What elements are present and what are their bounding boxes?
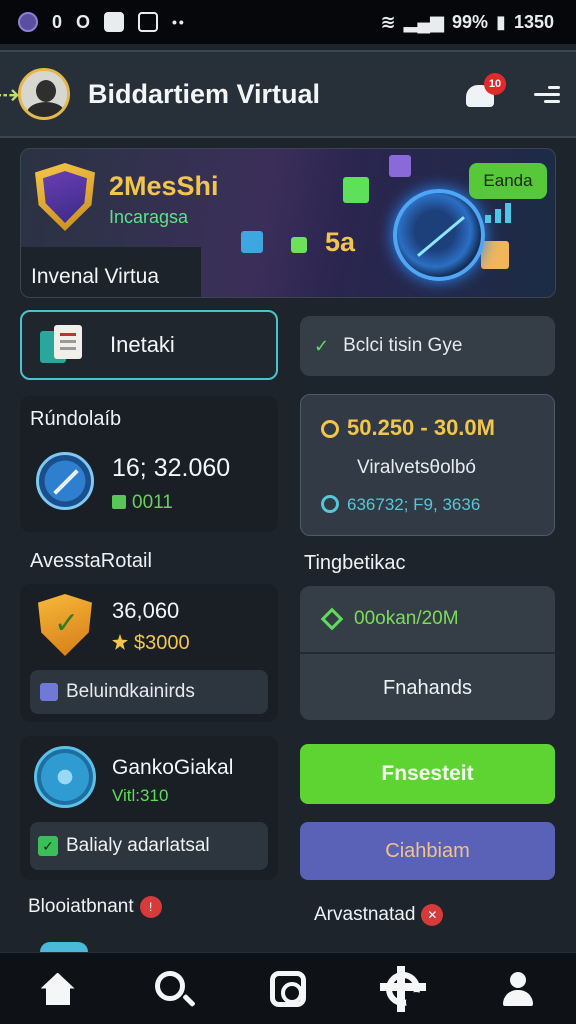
cube-icon (343, 177, 369, 203)
cube-icon (481, 241, 509, 269)
camera-icon (269, 970, 306, 1007)
gallery-notification-icon (138, 12, 159, 32)
primary-action-button[interactable]: Fnsesteit (300, 744, 555, 804)
app-header: ⇢ Biddartiem Virtual 10 (0, 50, 576, 138)
checkmark-icon: ✓ (314, 335, 330, 356)
star-icon (112, 634, 128, 650)
search-icon (154, 970, 185, 1001)
status-glyph-1: 0 (52, 11, 63, 32)
nav-search[interactable] (149, 965, 197, 1013)
coin-icon (34, 746, 96, 808)
range-sub: 636732; F9, 3636 (321, 495, 480, 515)
chart-bars-icon (485, 201, 521, 223)
nav-profile[interactable] (494, 965, 542, 1013)
checkbox-option-label: Bclci tisin Gye (343, 335, 463, 356)
range-value: 50.250 - 30.0M (321, 415, 495, 441)
checkbox-icon: ✓ (38, 836, 58, 856)
hero-banner[interactable]: 2MesShi Incaragsa Invenal Virtua 5a Eand… (20, 148, 556, 298)
app-notification-icon (18, 12, 38, 32)
check-square-icon (112, 495, 126, 509)
stats-value: 16; 32.060 (112, 454, 231, 482)
status-glyph-2: O (76, 11, 91, 32)
footer-label-left[interactable]: Blooiatbnant ! (28, 896, 162, 918)
reward-card[interactable]: 36,060 $3000 Beluindkainirds (20, 584, 278, 722)
global-card[interactable]: GankoGiakal Vitl:310 ✓ Balialy adarlatsa… (20, 736, 278, 880)
cube-icon (291, 237, 307, 253)
settings-icon (380, 965, 427, 1012)
hero-badge[interactable]: Eanda (469, 163, 547, 199)
global-card-sub: Vitl:310 (112, 786, 169, 805)
nav-camera[interactable] (264, 965, 312, 1013)
hero-number: 5a (325, 227, 356, 257)
back-arrow-icon[interactable]: ⇢ (0, 78, 19, 111)
options-bottom-row[interactable]: Fnahands (300, 656, 555, 720)
global-card-title: GankoGiakal (112, 756, 234, 779)
cube-icon (389, 155, 411, 177)
options-bottom-label: Fnahands (383, 676, 472, 699)
bottom-nav (0, 952, 576, 1024)
secondary-action-button[interactable]: Ciahbiam (300, 822, 555, 880)
coin-icon (321, 420, 339, 438)
menu-icon[interactable] (534, 82, 560, 106)
profile-icon (501, 971, 535, 1006)
hero-caption: Invenal Virtua (31, 265, 160, 288)
notification-badge: 10 (484, 73, 506, 95)
inetaki-label: Inetaki (110, 332, 175, 357)
signal-icon: ▂▄▆ (403, 11, 445, 32)
global-card-row-label: Balialy adarlatsal (66, 835, 210, 856)
options-top-row[interactable]: 00okan/20M (300, 586, 555, 654)
stats-card[interactable]: Rúndolaíb 16; 32.060 0011 (20, 396, 278, 532)
hero-title: 2MesShi (109, 171, 219, 201)
section-title-left: AvesstaRotail (30, 550, 152, 572)
coin-outline-icon (321, 495, 339, 513)
footer-label-right[interactable]: Arvastnatad ✕ (314, 904, 444, 926)
diamond-icon (320, 607, 344, 631)
home-icon (41, 973, 75, 1005)
battery-icon: ▮ (496, 11, 506, 32)
status-bar: 0 O •• ≋ ▂▄▆ 99% ▮ 1350 (0, 0, 576, 44)
cube-icon (241, 231, 263, 253)
options-card: 00okan/20M Fnahands (300, 586, 555, 720)
stats-sub: 0011 (112, 492, 173, 514)
notifications-button[interactable]: 10 (464, 73, 506, 109)
hero-subtitle: Incaragsa (109, 207, 189, 227)
document-icon (40, 325, 84, 365)
inetaki-button[interactable]: Inetaki (20, 310, 278, 380)
reward-price: $3000 (112, 632, 190, 655)
nav-settings[interactable] (379, 965, 427, 1013)
clock: 1350 (513, 11, 554, 32)
partial-coin-icon (40, 942, 88, 952)
close-badge-icon: ✕ (421, 904, 444, 926)
reward-value: 36,060 (112, 598, 180, 623)
nav-home[interactable] (34, 965, 82, 1013)
avatar[interactable] (18, 68, 70, 120)
compass-icon (36, 452, 94, 510)
global-card-row[interactable]: ✓ Balialy adarlatsal (30, 822, 268, 870)
alert-badge-icon: ! (139, 896, 162, 918)
grid-icon (40, 683, 58, 701)
reward-row-label: Beluindkainirds (66, 681, 195, 702)
battery-percent: 99% (452, 11, 489, 32)
range-card[interactable]: 50.250 - 30.0M Viralvetsθolbó 636732; F9… (300, 394, 555, 536)
reward-row[interactable]: Beluindkainirds (30, 670, 268, 714)
stats-card-title: Rúndolaíb (30, 408, 122, 430)
wifi-icon: ≋ (380, 11, 396, 32)
range-label: Viralvetsθolbó (357, 457, 477, 478)
image-notification-icon (104, 12, 125, 32)
checkbox-option[interactable]: ✓ Bclci tisin Gye (300, 316, 555, 376)
section-title-right: Tingbetikac (304, 552, 406, 574)
page-title: Biddartiem Virtual (88, 78, 321, 109)
more-notifications-icon: •• (172, 14, 186, 30)
options-top-label: 00okan/20M (354, 608, 459, 629)
shield-check-icon (38, 594, 92, 656)
